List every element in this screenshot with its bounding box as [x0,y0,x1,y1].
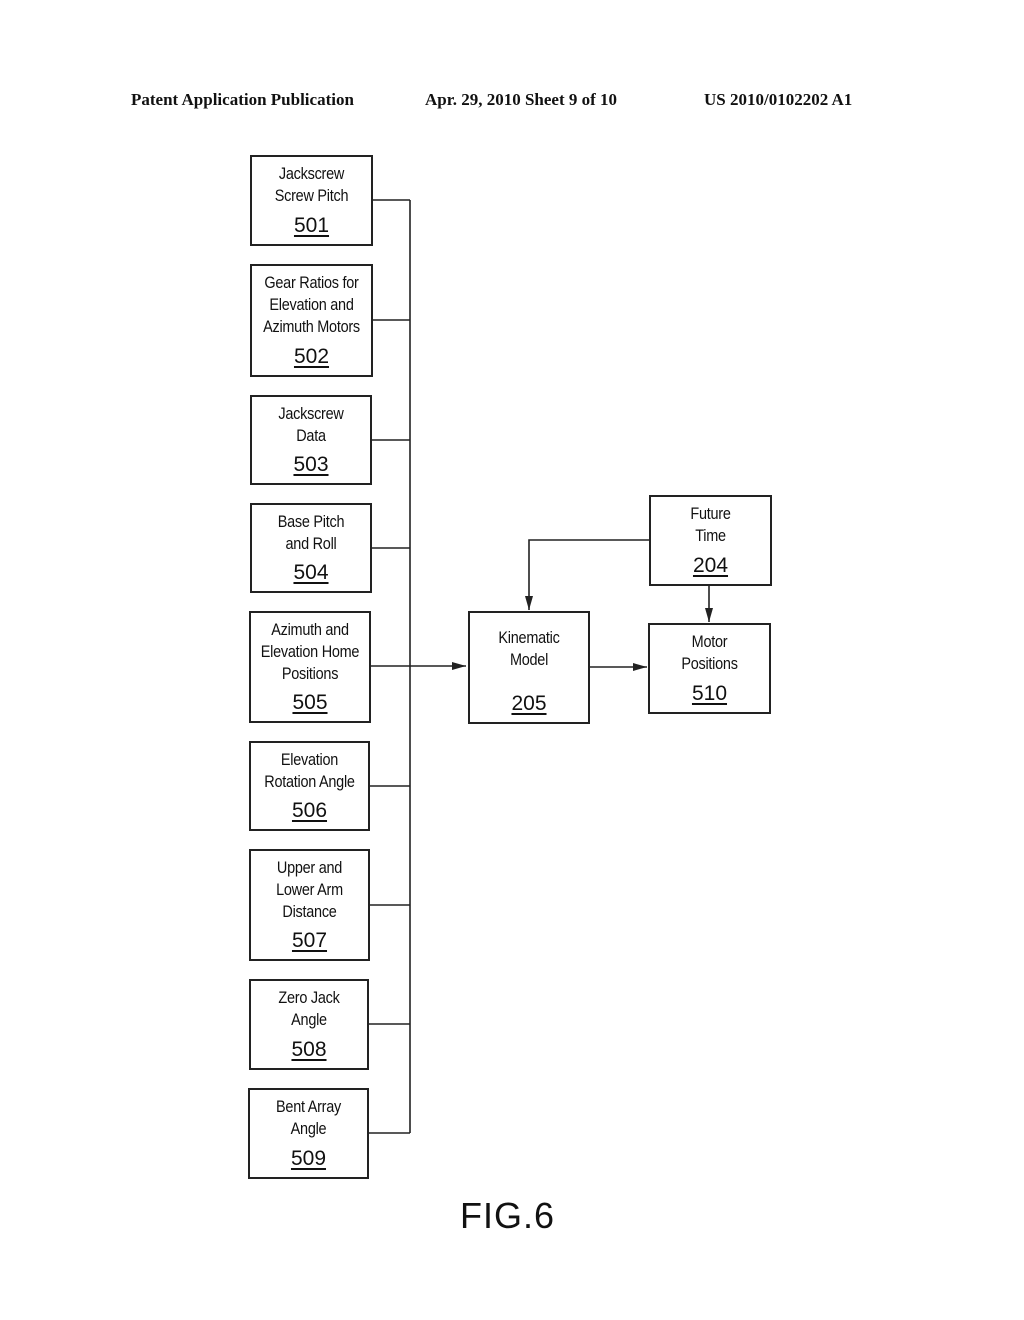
box-label: Jackscrew Screw Pitch [274,164,349,205]
input-box-503: Jackscrew Data 503 [250,395,372,485]
box-label: Jackscrew Data [278,404,344,445]
box-label: Elevation Rotation Angle [264,750,355,791]
input-box-502: Gear Ratios for Elevation and Azimuth Mo… [250,264,373,377]
box-ref-number: 506 [291,799,328,822]
box-ref-number: 508 [291,1038,327,1061]
input-box-501: Jackscrew Screw Pitch 501 [250,155,373,246]
box-label: Azimuth and Elevation Home Positions [260,620,360,683]
box-ref-number: 205 [511,692,547,715]
input-box-504: Base Pitch and Roll 504 [250,503,372,593]
future-time-box: Future Time 204 [649,495,772,586]
input-box-506: Elevation Rotation Angle 506 [249,741,370,831]
box-label: Gear Ratios for Elevation and Azimuth Mo… [263,273,360,336]
box-ref-number: 505 [292,691,328,714]
arrow-204-to-205 [525,539,649,610]
box-ref-number: 510 [691,682,728,705]
motor-positions-box: Motor Positions 510 [648,623,771,714]
figure-label: FIG.6 [460,1195,556,1236]
box-ref-number: 501 [293,214,330,237]
box-ref-number: 504 [293,561,329,584]
input-box-505: Azimuth and Elevation Home Positions 505 [249,611,371,723]
box-label: Upper and Lower Arm Distance [276,858,343,921]
box-ref-number: 503 [293,453,329,476]
box-label: Kinematic Model [498,628,560,669]
input-box-509: Bent Array Angle 509 [248,1088,369,1179]
input-box-508: Zero Jack Angle 508 [249,979,369,1070]
box-ref-number: 509 [290,1147,327,1170]
box-ref-number: 502 [293,345,330,368]
box-label: Base Pitch and Roll [277,512,345,553]
box-label: Bent Array Angle [276,1097,341,1138]
box-label: Future Time [690,504,731,545]
box-label: Zero Jack Angle [278,988,340,1029]
box-label: Motor Positions [681,632,738,673]
box-ref-number: 204 [692,554,729,577]
box-ref-number: 507 [291,929,328,952]
input-box-507: Upper and Lower Arm Distance 507 [249,849,370,961]
kinematic-model-box: Kinematic Model 205 [468,611,590,724]
